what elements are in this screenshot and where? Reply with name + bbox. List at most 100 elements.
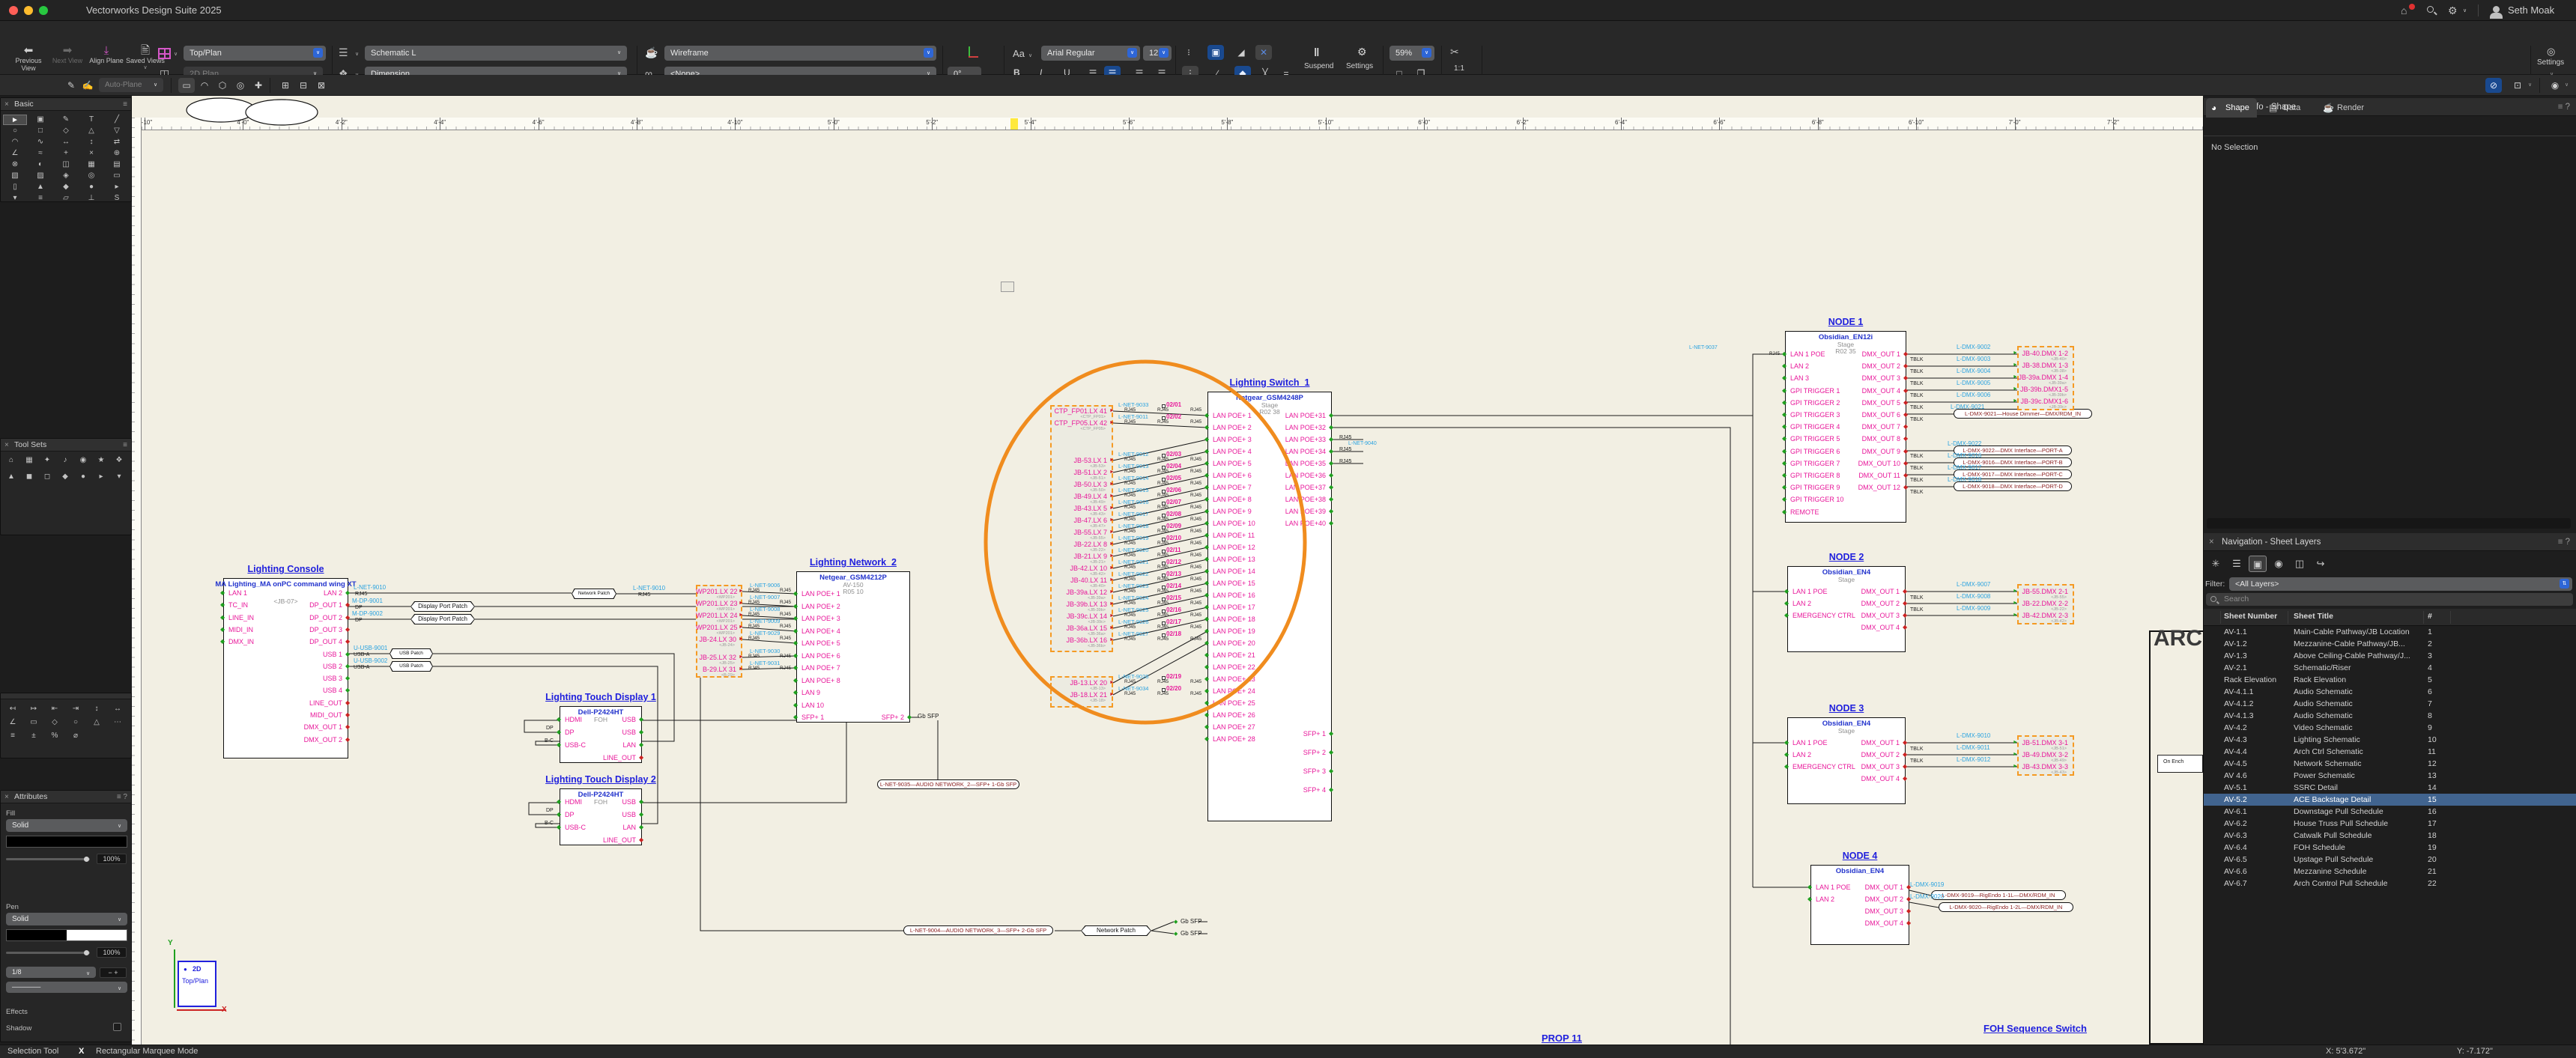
tool-icon[interactable]: ▧ (3, 171, 27, 181)
table-row[interactable]: AV-4.1.3 Audio Schematic 8 (2204, 710, 2576, 722)
zoom-dropdown[interactable]: 59% ∨ (1389, 46, 1434, 61)
patch-tag[interactable]: Network Patch (572, 589, 616, 599)
tool-icon[interactable]: ⇄ (105, 137, 129, 148)
tool-icon[interactable]: ◈ (54, 171, 78, 181)
menu-help-icons[interactable]: ≡ ? (2558, 533, 2570, 551)
tab-shape[interactable]: ◕ Shape (2206, 98, 2257, 118)
tool-icon[interactable]: % (45, 731, 64, 741)
table-row[interactable]: AV-5.2 ACE Backstage Detail 15 (2204, 794, 2576, 806)
selection-option-2-icon[interactable]: ⊟ (295, 78, 312, 93)
cable-tag[interactable]: L-DMX-9020—RigEndo 1-2L—DMX/RDM_IN (1939, 902, 2073, 912)
selection-option-3-icon[interactable]: ⊠ (313, 78, 330, 93)
tool-icon[interactable]: ≡ (3, 731, 22, 741)
help-icon[interactable]: ≡ ? (117, 791, 127, 803)
tool-icon[interactable]: ◆ (57, 472, 73, 482)
tool-icon[interactable]: △ (79, 126, 103, 136)
table-row[interactable]: AV-4.1.1 Audio Schematic 6 (2204, 686, 2576, 698)
tool-icon[interactable]: ∠ (3, 717, 22, 728)
tool-icon[interactable]: ▦ (21, 455, 37, 466)
selection-option-icon[interactable]: ⊞ (277, 78, 294, 93)
tool-icon[interactable]: ◎ (79, 171, 103, 181)
table-row[interactable]: AV-1.3 Above Ceiling-Cable Pathway/J... 3 (2204, 650, 2576, 662)
table-row[interactable]: Rack Elevation Rack Elevation 5 (2204, 674, 2576, 686)
tool-icon[interactable]: ◉ (75, 455, 91, 466)
view-grid-icon[interactable] (158, 48, 171, 59)
table-row[interactable]: AV-4.3 Lighting Schematic 10 (2204, 734, 2576, 746)
menu-icon[interactable]: ≡ (123, 98, 127, 111)
snap-settings-gear-icon[interactable]: ⚙ (1357, 46, 1367, 58)
table-row[interactable]: AV-1.1 Main-Cable Pathway/JB Location 1 (2204, 626, 2576, 638)
design-layers-icon[interactable]: ☰ (2228, 556, 2246, 572)
minimize-window-button[interactable] (24, 6, 33, 15)
table-row[interactable]: AV-6.5 Upstage Pull Schedule 20 (2204, 854, 2576, 866)
font-style-icon[interactable]: Aa (1013, 48, 1025, 59)
view-plan-dropdown[interactable]: Top/Plan ∨ (184, 46, 326, 61)
tool-icon[interactable]: ✎ (54, 115, 78, 125)
tool-icon[interactable]: ↔ (54, 137, 78, 148)
align-plane-button[interactable]: ⤓ Align Plane (87, 45, 126, 65)
gear-icon[interactable]: ⚙ (2448, 4, 2458, 16)
mini-palette-header[interactable] (1, 693, 131, 699)
chevron-down-icon[interactable]: ∨ (2528, 82, 2532, 88)
tool-icon[interactable]: ▤ (105, 159, 129, 170)
tool-icon[interactable]: × (79, 148, 103, 159)
render-teapot-icon[interactable]: ☕ (645, 46, 658, 58)
tool-icon[interactable]: ╱ (105, 115, 129, 125)
table-row[interactable]: AV 4.6 Power Schematic 13 (2204, 770, 2576, 782)
pen-color-swatch[interactable] (6, 929, 127, 941)
user-icon[interactable] (2493, 6, 2500, 13)
line-weight-stepper[interactable]: − + (100, 967, 127, 978)
chevron-down-icon[interactable]: ∨ (355, 51, 359, 57)
table-row[interactable]: AV-4.4 Arch Ctrl Schematic 11 (2204, 746, 2576, 758)
tool-icon[interactable]: S (105, 193, 129, 204)
home-icon[interactable]: ⌂ (2401, 4, 2407, 16)
patch-tag[interactable]: USB Patch (390, 661, 433, 672)
tool-icon[interactable]: ◐ (28, 159, 52, 170)
menu-icon[interactable]: ≡ (123, 439, 127, 452)
column-number[interactable]: # (2428, 612, 2432, 621)
tool-icon[interactable]: ▾ (111, 472, 127, 482)
patch-tag[interactable]: Display Port Patch (410, 601, 475, 612)
close-icon[interactable]: × (4, 439, 9, 452)
table-row[interactable]: AV-5.1 SSRC Detail 14 (2204, 782, 2576, 794)
tool-icon[interactable]: ⌀ (66, 731, 85, 741)
cross-marquee-mode-icon[interactable]: ✚ (250, 78, 267, 93)
references-icon[interactable]: ↪ (2312, 556, 2330, 572)
plane-mode-2-icon[interactable]: ✍ (79, 78, 96, 93)
tool-icon[interactable]: ◻ (39, 472, 55, 482)
chevron-down-icon[interactable]: ∨ (1028, 52, 1032, 58)
close-icon[interactable]: × (4, 791, 9, 803)
pen-opacity-slider[interactable] (6, 950, 90, 955)
tool-icon[interactable]: T (79, 115, 103, 125)
table-row[interactable]: AV-6.3 Catwalk Pull Schedule 18 (2204, 830, 2576, 842)
basic-palette-header[interactable]: × Basic ≡ (1, 98, 131, 111)
tool-icon[interactable]: ⊗ (3, 159, 27, 170)
table-row[interactable]: AV-6.2 House Truss Pull Schedule 17 (2204, 818, 2576, 830)
tool-icon[interactable]: □ (28, 126, 52, 136)
tool-icon[interactable]: ▲ (28, 182, 52, 192)
rectangular-marquee-mode-icon[interactable]: ▭ (178, 78, 195, 93)
table-row[interactable]: AV-6.6 Mezzanine Schedule 21 (2204, 866, 2576, 878)
menu-help-icons[interactable]: ≡ ? (2558, 98, 2570, 116)
tool-icon[interactable]: ⇥ (66, 704, 85, 714)
tool-icon[interactable]: ⊥ (79, 193, 103, 204)
tool-icon[interactable]: ◇ (54, 126, 78, 136)
column-sheet-title[interactable]: Sheet Title (2294, 612, 2333, 621)
cable-tag[interactable]: L-NET-9004—AUDIO NETWORK_3—SFP+ 2-Gb SFP (903, 925, 1053, 935)
fill-opacity-slider[interactable] (6, 857, 90, 862)
tool-icon[interactable]: ▭ (24, 717, 43, 728)
tool-icon[interactable]: ± (24, 731, 43, 741)
fill-style-dropdown[interactable]: Solid ∨ (6, 819, 127, 832)
tool-icon[interactable]: ↔ (108, 704, 127, 714)
tool-icon[interactable]: ↦ (24, 704, 43, 714)
device-block-node-4[interactable] (1810, 865, 1909, 945)
cable-tag[interactable]: L-NET-9035—AUDIO NETWORK_2—SFP+ 1-Gb SFP (877, 779, 1019, 789)
tool-icon[interactable]: ★ (93, 455, 109, 466)
tool-icon[interactable]: ↤ (3, 704, 22, 714)
tool-icon[interactable]: ∠ (3, 148, 27, 159)
user-name[interactable]: Seth Moak (2508, 4, 2554, 16)
suspend-pause-icon[interactable]: ‖ (1314, 46, 1319, 59)
patch-tag[interactable]: USB Patch (390, 648, 433, 659)
tool-icon[interactable]: ◼ (21, 472, 37, 482)
chevron-down-icon[interactable]: ∨ (2565, 82, 2569, 88)
